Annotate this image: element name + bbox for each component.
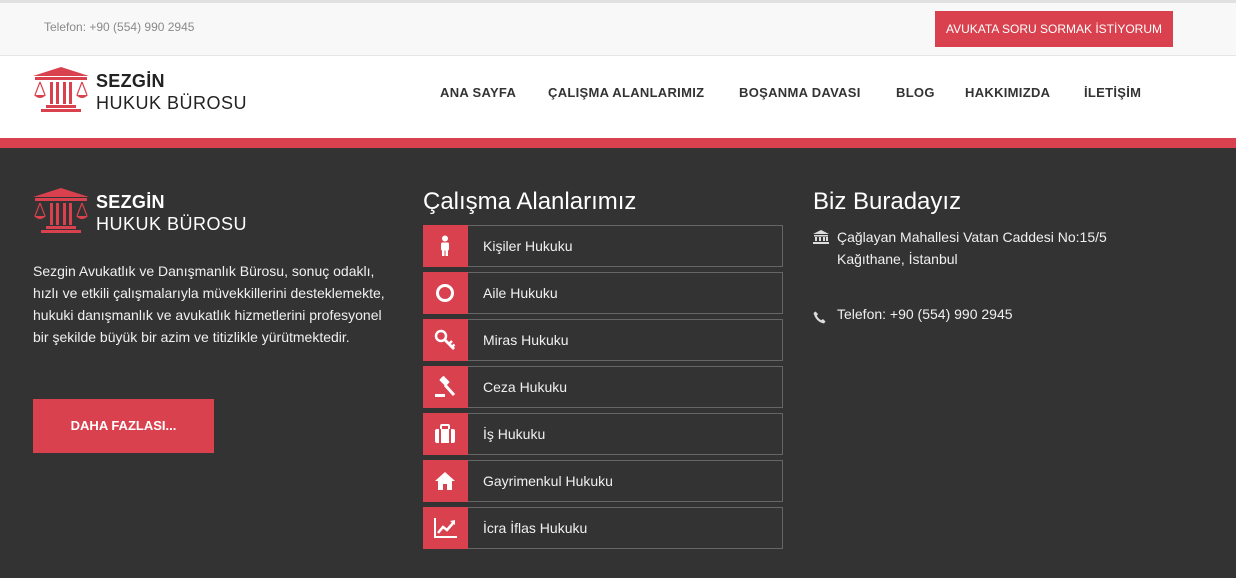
more-button[interactable]: DAHA FAZLASI... bbox=[33, 399, 214, 453]
nav-blog[interactable]: BLOG bbox=[896, 85, 935, 100]
area-label: Gayrimenkul Hukuku bbox=[483, 473, 613, 489]
home-icon bbox=[435, 472, 455, 490]
chart-icon bbox=[434, 518, 457, 538]
nav-iletisim[interactable]: İLETİŞİM bbox=[1084, 85, 1141, 100]
nav-ana-sayfa[interactable]: ANA SAYFA bbox=[440, 85, 516, 100]
header: SEZGİN HUKUK BÜROSU ANA SAYFA ÇALIŞMA AL… bbox=[0, 56, 1236, 138]
person-icon bbox=[441, 235, 449, 256]
footer-logo: SEZGİN HUKUK BÜROSU bbox=[33, 188, 273, 238]
area-item-aile-hukuku[interactable]: Aile Hukuku bbox=[423, 272, 783, 314]
area-item-kisiler-hukuku[interactable]: Kişiler Hukuku bbox=[423, 225, 783, 267]
ask-lawyer-button[interactable]: AVUKATA SORU SORMAK İSTİYORUM bbox=[935, 11, 1173, 47]
briefcase-icon bbox=[435, 424, 455, 443]
key-icon bbox=[434, 329, 456, 350]
nav-bosanma-davasi[interactable]: BOŞANMA DAVASI bbox=[739, 85, 861, 100]
top-bar: Telefon: +90 (554) 990 2945 AVUKATA SORU… bbox=[0, 0, 1236, 56]
main-nav: ANA SAYFA ÇALIŞMA ALANLARIMIZ BOŞANMA DA… bbox=[0, 85, 1236, 105]
area-label: İcra İflas Hukuku bbox=[483, 520, 588, 536]
nav-calisma-alanlarimiz[interactable]: ÇALIŞMA ALANLARIMIZ bbox=[548, 85, 704, 100]
about-text: Sezgin Avukatlık ve Danışmanlık Bürosu, … bbox=[33, 263, 385, 345]
topbar-phone: Telefon: +90 (554) 990 2945 bbox=[44, 20, 195, 34]
practice-areas-list: Kişiler Hukuku Aile Hukuku Miras Hukuku bbox=[423, 225, 783, 554]
area-item-icra-iflas-hukuku[interactable]: İcra İflas Hukuku bbox=[423, 507, 783, 549]
nav-hakkimizda[interactable]: HAKKIMIZDA bbox=[965, 85, 1050, 100]
area-label: Aile Hukuku bbox=[483, 285, 558, 301]
gavel-icon bbox=[435, 376, 456, 397]
area-label: Kişiler Hukuku bbox=[483, 238, 573, 254]
area-label: Miras Hukuku bbox=[483, 332, 569, 348]
area-item-ceza-hukuku[interactable]: Ceza Hukuku bbox=[423, 366, 783, 408]
phone-icon bbox=[813, 311, 826, 324]
address: Çağlayan Mahallesi Vatan Caddesi No:15/5… bbox=[837, 226, 1157, 270]
address-line1: Çağlayan Mahallesi Vatan Caddesi No:15/5 bbox=[837, 229, 1107, 245]
area-label: İş Hukuku bbox=[483, 426, 546, 442]
location-title: Biz Buradayız bbox=[813, 188, 962, 215]
address-line2: Kağıthane, İstanbul bbox=[837, 251, 958, 267]
area-item-miras-hukuku[interactable]: Miras Hukuku bbox=[423, 319, 783, 361]
header-divider bbox=[0, 138, 1236, 148]
ring-icon bbox=[436, 284, 454, 302]
area-item-gayrimenkul-hukuku[interactable]: Gayrimenkul Hukuku bbox=[423, 460, 783, 502]
courthouse-scales-icon bbox=[33, 188, 89, 233]
areas-title: Çalışma Alanlarımız bbox=[423, 188, 637, 215]
footer-logo-line1: SEZGİN bbox=[96, 192, 165, 212]
area-item-is-hukuku[interactable]: İş Hukuku bbox=[423, 413, 783, 455]
area-label: Ceza Hukuku bbox=[483, 379, 568, 395]
footer-phone: Telefon: +90 (554) 990 2945 bbox=[837, 306, 1013, 322]
footer-logo-line2: HUKUK BÜROSU bbox=[96, 214, 248, 234]
bank-icon bbox=[813, 230, 829, 244]
